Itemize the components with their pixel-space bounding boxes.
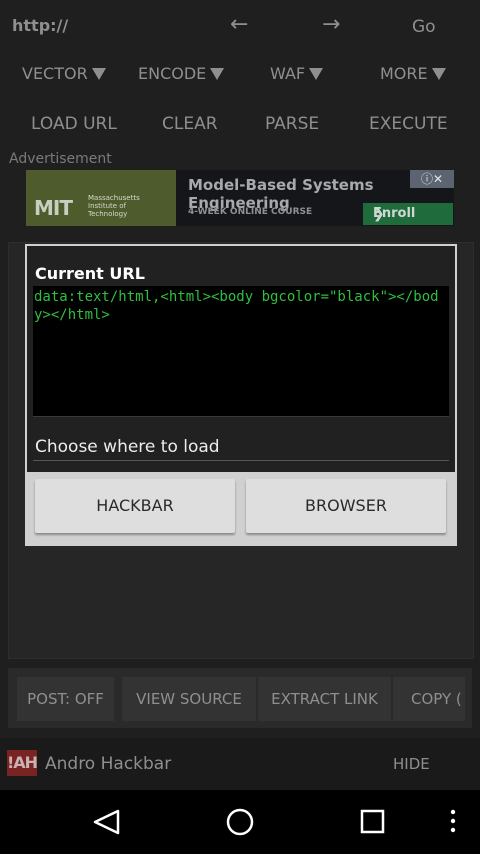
menu-encode[interactable]: ENCODE — [138, 64, 225, 86]
mit-logo: MIT — [34, 196, 73, 220]
chevron-right-icon: ❯ — [373, 206, 385, 222]
url-code-box[interactable]: data:text/html,<html><body bgcolor="blac… — [33, 286, 449, 417]
ad-banner[interactable]: MIT Massachusetts Institute of Technolog… — [26, 170, 454, 226]
ad-subtitle: 4-WEEK ONLINE COURSE — [188, 207, 313, 217]
execute-button[interactable]: EXECUTE — [369, 114, 448, 134]
ad-choices-close-icon[interactable]: ⓘ✕ — [410, 170, 454, 188]
load-dialog: Current URL data:text/html,<html><body b… — [25, 244, 457, 546]
menu-vector[interactable]: VECTOR — [22, 64, 106, 86]
forward-arrow-button[interactable]: → — [322, 12, 340, 37]
caret-down-icon — [210, 68, 225, 80]
browser-button[interactable]: BROWSER — [246, 479, 446, 533]
menu-label: MORE — [380, 64, 428, 83]
caret-down-icon — [431, 68, 446, 80]
overflow-menu-icon[interactable] — [447, 808, 459, 836]
hide-button[interactable]: HIDE — [393, 755, 430, 773]
app-name: Andro Hackbar — [45, 754, 172, 774]
divider — [33, 460, 449, 461]
parse-button[interactable]: PARSE — [265, 114, 319, 134]
load-url-button[interactable]: LOAD URL — [31, 114, 117, 134]
copy-button[interactable]: COPY ( — [393, 677, 465, 721]
app-logo-icon: !AH — [7, 750, 38, 776]
caret-down-icon — [91, 68, 106, 80]
menu-label: ENCODE — [138, 64, 207, 83]
dialog-title: Current URL — [35, 264, 145, 283]
menu-more[interactable]: MORE — [380, 64, 446, 86]
ad-image: MIT Massachusetts Institute of Technolog… — [26, 170, 176, 226]
url-code-text: data:text/html,<html><body bgcolor="blac… — [34, 289, 439, 323]
home-circle-icon[interactable] — [224, 806, 256, 838]
clear-button[interactable]: CLEAR — [162, 114, 218, 134]
url-bar: http:// ← → Go — [0, 0, 480, 56]
url-input[interactable]: http:// — [12, 16, 68, 35]
ad-enroll-button[interactable]: Enroll ❯ — [363, 203, 453, 225]
dialog-body: Current URL data:text/html,<html><body b… — [27, 246, 455, 472]
advertisement-label: Advertisement — [9, 151, 112, 167]
system-nav-bar — [0, 790, 480, 854]
view-source-button[interactable]: VIEW SOURCE — [122, 677, 256, 721]
dialog-prompt: Choose where to load — [35, 437, 220, 457]
go-button[interactable]: Go — [412, 17, 436, 37]
back-triangle-icon[interactable] — [90, 808, 122, 836]
extract-link-button[interactable]: EXTRACT LINK — [258, 677, 391, 721]
menu-waf[interactable]: WAF — [270, 64, 324, 86]
menu-label: WAF — [270, 64, 306, 83]
hackbar-button[interactable]: HACKBAR — [35, 479, 235, 533]
ad-institute-text: Massachusetts Institute of Technology — [88, 194, 140, 218]
recents-square-icon[interactable] — [359, 808, 387, 836]
menu-label: VECTOR — [22, 64, 88, 83]
caret-down-icon — [309, 68, 324, 80]
back-arrow-button[interactable]: ← — [230, 12, 248, 37]
post-toggle-button[interactable]: POST: OFF — [17, 677, 114, 721]
